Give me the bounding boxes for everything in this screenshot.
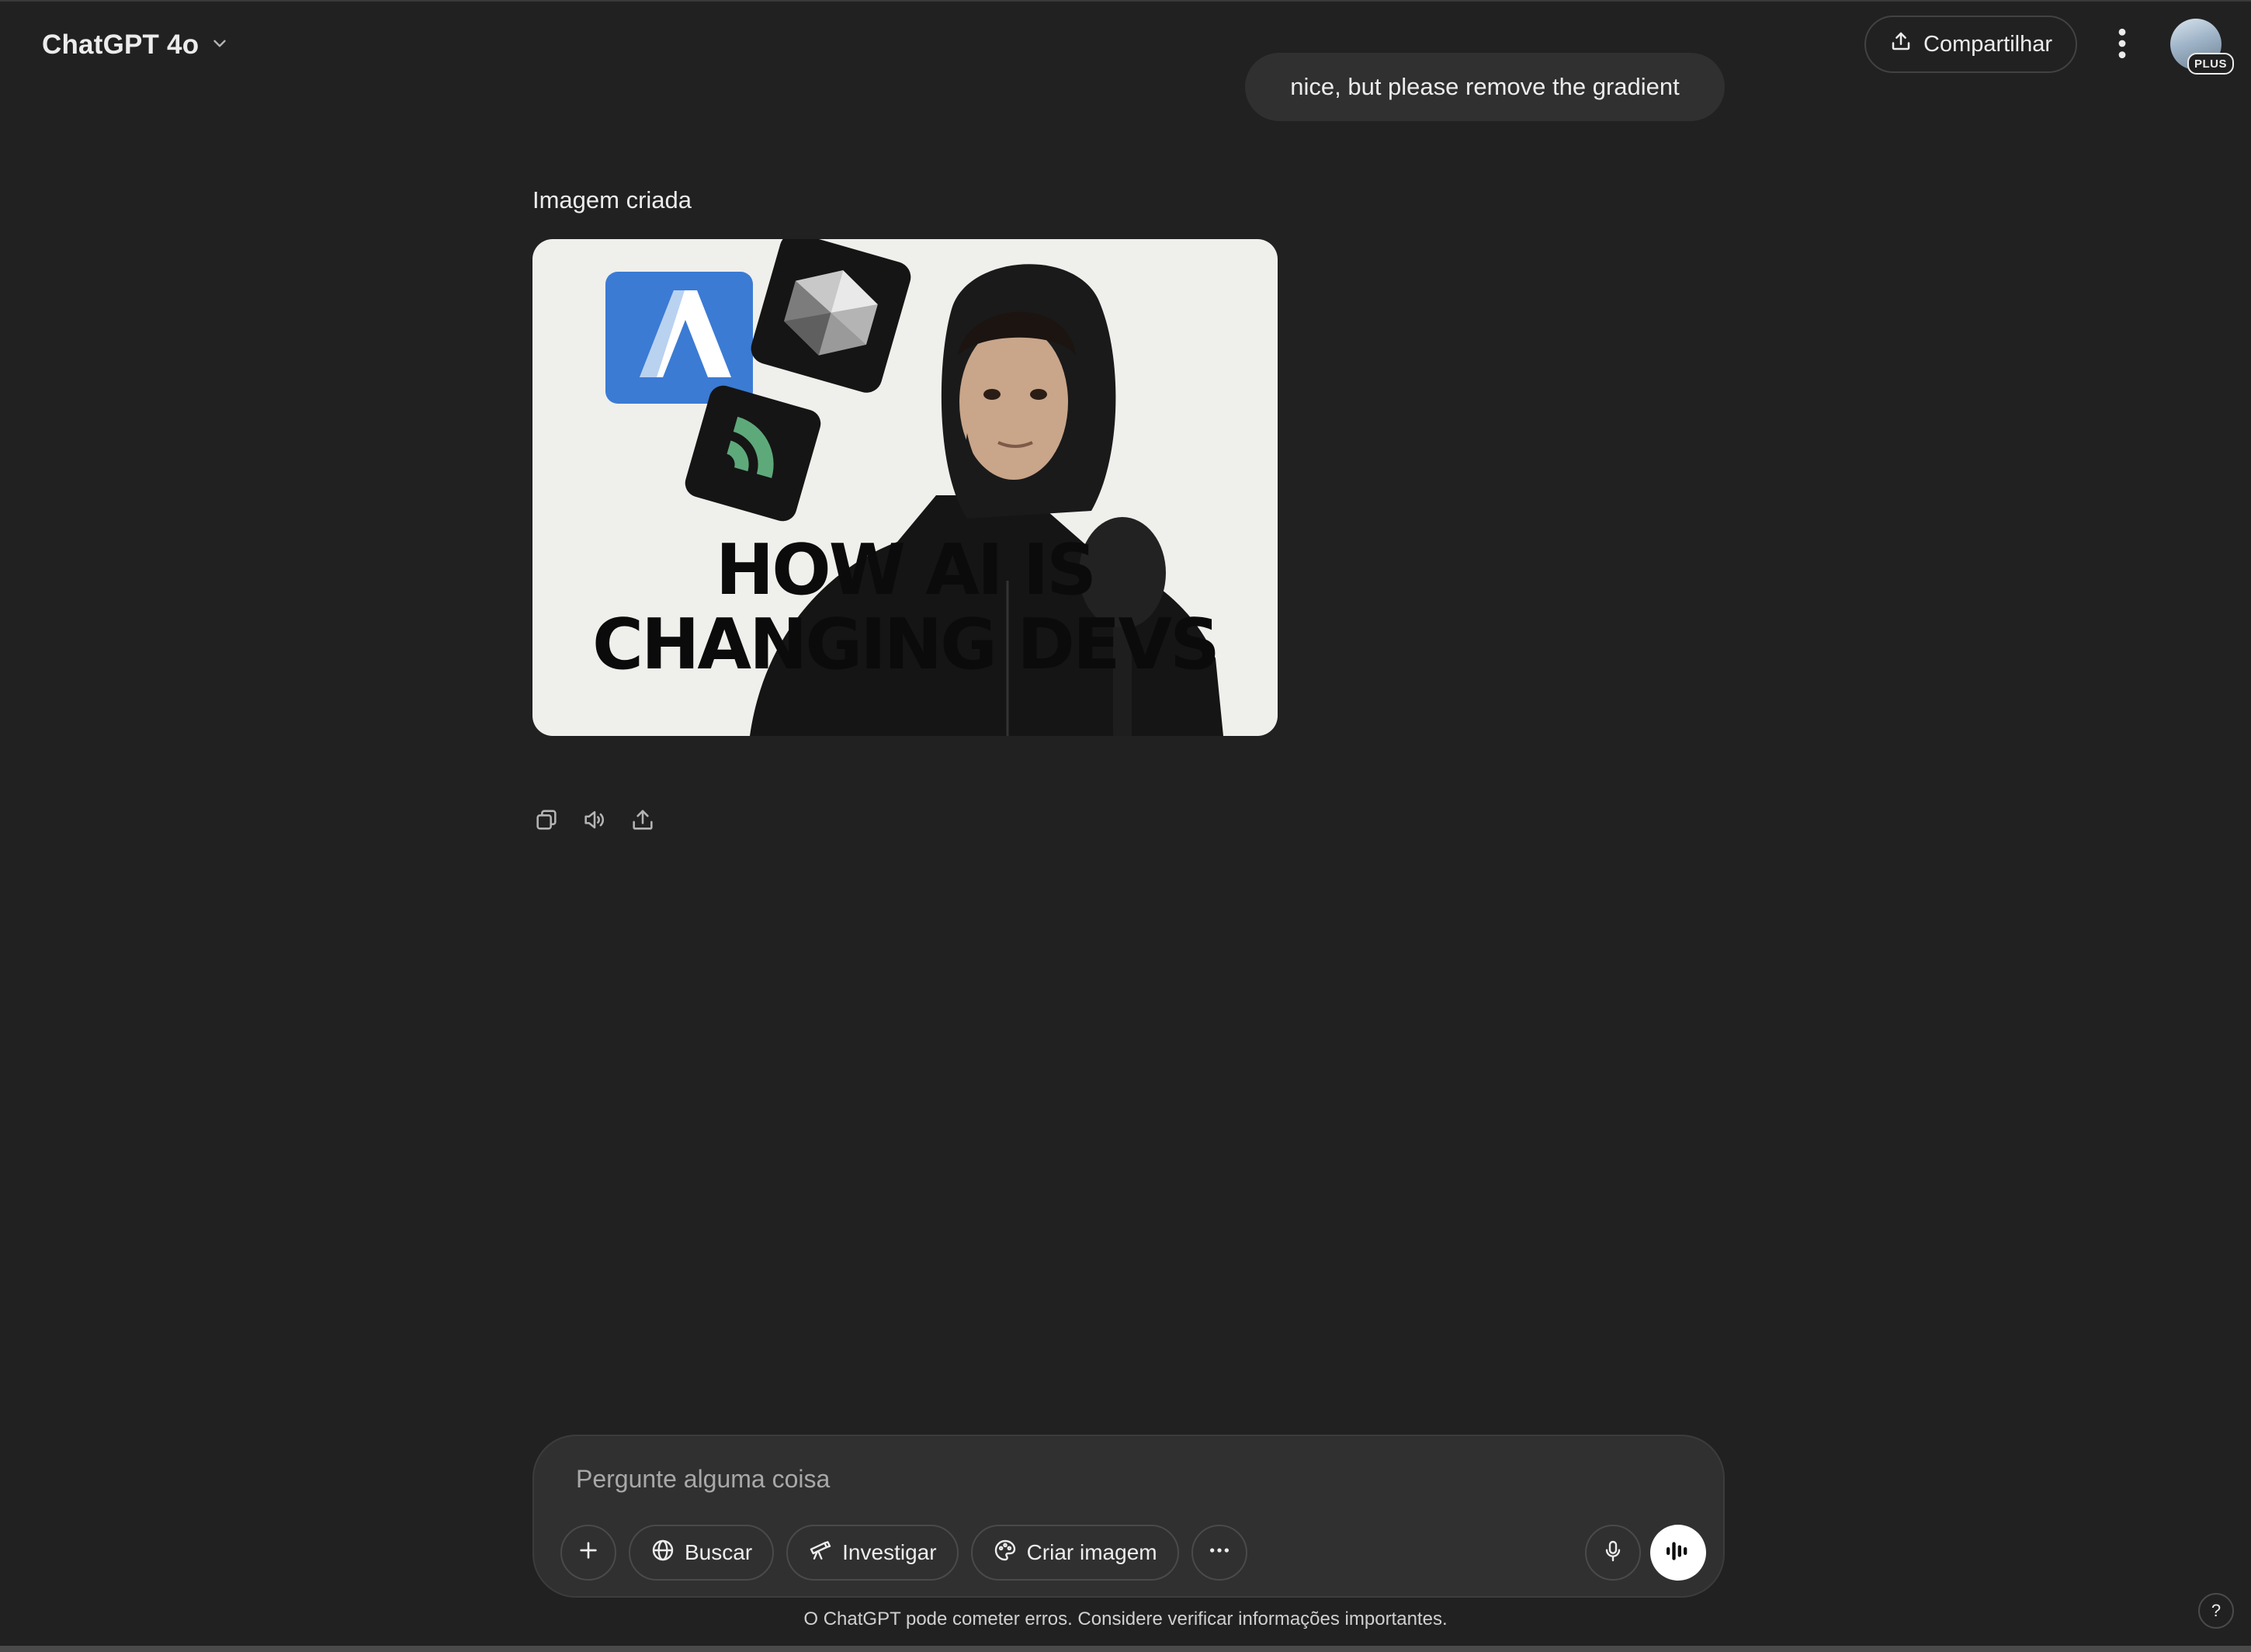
plus-icon	[576, 1538, 601, 1568]
plus-badge: PLUS	[2187, 53, 2235, 75]
model-selector[interactable]: ChatGPT 4o	[29, 22, 242, 68]
user-avatar[interactable]: PLUS	[2170, 19, 2235, 75]
share-label: Compartilhar	[1923, 31, 2052, 57]
more-options-button[interactable]	[2100, 22, 2144, 68]
blue-logo-tile	[605, 272, 753, 404]
top-border	[0, 0, 2251, 2]
bottom-border	[0, 1646, 2251, 1652]
add-attachment-button[interactable]	[560, 1525, 616, 1581]
message-actions	[529, 804, 660, 838]
create-image-button[interactable]: Criar imagem	[970, 1525, 1179, 1581]
image-headline-line2: CHANGING DEVS	[592, 604, 1220, 685]
chat-window: ChatGPT 4o Compartilhar PLUS nice, but p…	[0, 0, 2251, 1652]
composer-tools: Buscar Investigar Criar imagem	[560, 1525, 1247, 1581]
dictate-button[interactable]	[1585, 1525, 1641, 1581]
more-tools-button[interactable]	[1191, 1525, 1247, 1581]
chevron-down-icon	[210, 33, 230, 57]
image-headline-line1: HOW AI IS	[715, 529, 1097, 611]
upload-icon	[630, 807, 656, 837]
generated-image[interactable]: HOW AI IS CHANGING DEVS	[532, 239, 1278, 736]
model-name: ChatGPT 4o	[42, 30, 199, 60]
share-icon	[1889, 30, 1913, 59]
copy-icon	[533, 807, 560, 837]
copy-button[interactable]	[529, 804, 564, 838]
export-button[interactable]	[626, 804, 660, 838]
search-tool-button[interactable]: Buscar	[629, 1525, 775, 1581]
prompt-input[interactable]	[574, 1453, 1664, 1504]
speaker-icon	[581, 807, 608, 837]
research-tool-button[interactable]: Investigar	[786, 1525, 959, 1581]
user-message-text: nice, but please remove the gradient	[1290, 73, 1680, 100]
palette-icon	[993, 1538, 1018, 1568]
search-tool-label: Buscar	[685, 1540, 753, 1564]
read-aloud-button[interactable]	[577, 804, 612, 838]
gem-logo-tile	[751, 239, 911, 393]
disclaimer-text: O ChatGPT pode cometer erros. Considere …	[803, 1609, 1448, 1629]
globe-icon	[650, 1538, 675, 1568]
create-image-label: Criar imagem	[1026, 1540, 1157, 1564]
message-composer: Buscar Investigar Criar imagem	[532, 1435, 1725, 1598]
research-tool-label: Investigar	[842, 1540, 937, 1564]
share-button[interactable]: Compartilhar	[1864, 16, 2077, 73]
more-vertical-icon	[2109, 26, 2135, 64]
voice-mode-button[interactable]	[1650, 1525, 1706, 1581]
more-horizontal-icon	[1207, 1538, 1232, 1568]
user-message: nice, but please remove the gradient	[1245, 53, 1725, 121]
telescope-icon	[808, 1538, 833, 1568]
assistant-label: Imagem criada	[532, 186, 692, 213]
help-button[interactable]: ?	[2198, 1593, 2234, 1629]
voice-waveform-icon	[1663, 1536, 1694, 1570]
microphone-icon	[1601, 1539, 1625, 1567]
